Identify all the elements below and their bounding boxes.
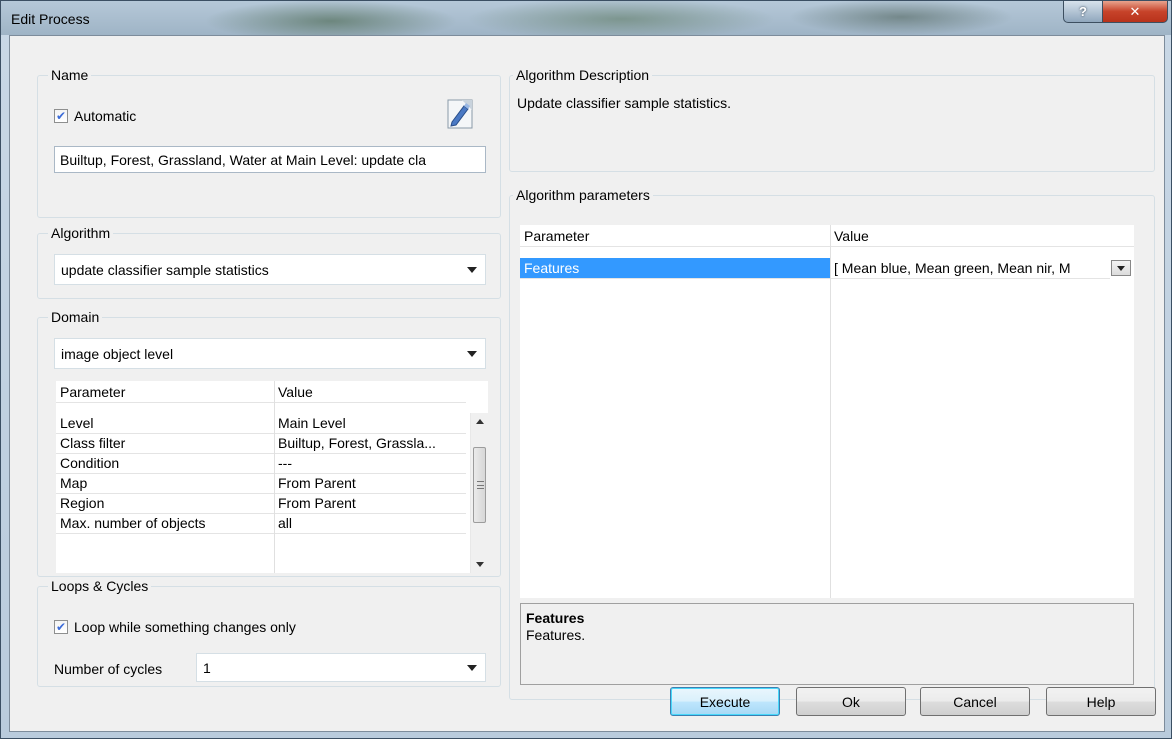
domain-row-parameter: Region xyxy=(60,495,105,511)
close-icon: ✕ xyxy=(1129,3,1141,19)
parameters-group-label: Algorithm parameters xyxy=(513,187,653,203)
column-divider xyxy=(830,225,831,598)
grip-icon xyxy=(476,481,484,489)
algorithm-description-text: Update classifier sample statistics. xyxy=(517,95,731,111)
help-button[interactable]: Help xyxy=(1046,687,1156,716)
domain-selected-value: image object level xyxy=(61,345,174,362)
algorithm-group-label: Algorithm xyxy=(48,225,114,241)
checkbox-check-icon: ✔ xyxy=(54,109,68,123)
domain-row-value: From Parent xyxy=(278,495,356,511)
automatic-label: Automatic xyxy=(74,108,137,124)
process-name-input[interactable]: Builtup, Forest, Grassland, Water at Mai… xyxy=(54,146,486,173)
parameter-detail-title: Features xyxy=(526,610,585,626)
domain-group: Domain image object level Parameter Valu… xyxy=(37,309,501,577)
parameter-detail-text: Features. xyxy=(526,627,586,643)
table-row[interactable]: Features [ Mean blue, Mean green, Mean n… xyxy=(520,258,1110,279)
domain-grid-header: Parameter Value xyxy=(56,381,466,403)
table-row[interactable]: Region From Parent xyxy=(56,493,466,514)
column-divider xyxy=(274,381,275,573)
close-button[interactable]: ✕ xyxy=(1102,1,1168,23)
parameter-detail-box: Features Features. xyxy=(520,603,1134,685)
cycles-value: 1 xyxy=(203,659,211,676)
parameter-row-name: Features xyxy=(520,258,830,278)
parameter-header-value: Value xyxy=(834,228,869,244)
domain-row-value: all xyxy=(278,515,293,531)
domain-row-parameter: Level xyxy=(60,415,94,431)
table-row[interactable]: Map From Parent xyxy=(56,473,466,494)
cycles-select[interactable]: 1 xyxy=(196,653,486,682)
checkbox-check-icon: ✔ xyxy=(54,620,68,634)
parameter-header-parameter: Parameter xyxy=(524,228,590,244)
algorithm-parameter-grid: Parameter Value Features [ Mean blue, Me… xyxy=(520,225,1134,598)
execute-button[interactable]: Execute xyxy=(670,687,780,716)
automatic-checkbox[interactable]: ✔ Automatic xyxy=(54,108,136,124)
ok-button[interactable]: Ok xyxy=(796,687,906,716)
parameter-grid-header: Parameter Value xyxy=(520,225,1134,247)
domain-row-value: --- xyxy=(278,455,292,471)
algorithm-selected-value: update classifier sample statistics xyxy=(61,261,269,278)
loops-group-label: Loops & Cycles xyxy=(48,578,152,594)
algorithm-parameters-group: Algorithm parameters Parameter Value Fea… xyxy=(509,187,1155,700)
domain-row-parameter: Map xyxy=(60,475,88,491)
algorithm-group: Algorithm update classifier sample stati… xyxy=(37,225,501,299)
domain-row-parameter: Max. number of objects xyxy=(60,515,206,531)
name-group-label: Name xyxy=(48,67,92,83)
loop-label: Loop while something changes only xyxy=(74,619,296,635)
domain-row-parameter: Condition xyxy=(60,455,120,471)
process-name-value: Builtup, Forest, Grassland, Water at Mai… xyxy=(60,151,426,168)
chevron-down-icon xyxy=(467,266,477,273)
loops-cycles-group: Loops & Cycles ✔ Loop while something ch… xyxy=(37,578,501,687)
domain-header-parameter: Parameter xyxy=(60,384,126,400)
parameter-row-value: [ Mean blue, Mean green, Mean nir, M xyxy=(834,260,1071,276)
scroll-down-icon[interactable] xyxy=(475,562,484,567)
domain-grid-scrollbar[interactable] xyxy=(470,413,488,573)
domain-row-parameter: Class filter xyxy=(60,435,126,451)
domain-row-value: Main Level xyxy=(278,415,346,431)
domain-select[interactable]: image object level xyxy=(54,338,486,369)
scrollbar-thumb[interactable] xyxy=(473,447,486,523)
table-row[interactable]: Condition --- xyxy=(56,453,466,474)
features-dropdown-button[interactable] xyxy=(1111,260,1131,276)
algorithm-description-group: Algorithm Description Update classifier … xyxy=(509,67,1155,172)
name-group: Name ✔ Automatic Builtup, Forest, Grassl… xyxy=(37,67,501,218)
chevron-down-icon xyxy=(467,350,477,357)
domain-row-value: Builtup, Forest, Grassla... xyxy=(278,435,436,451)
edit-process-window: Edit Process ? ✕ Name ✔ Automatic Builtu… xyxy=(0,0,1172,739)
domain-header-value: Value xyxy=(278,384,313,400)
help-title-button[interactable]: ? xyxy=(1063,1,1103,23)
loop-checkbox[interactable]: ✔ Loop while something changes only xyxy=(54,619,296,635)
description-group-label: Algorithm Description xyxy=(513,67,653,83)
scroll-up-icon[interactable] xyxy=(475,419,484,424)
question-mark-icon: ? xyxy=(1079,4,1087,19)
domain-group-label: Domain xyxy=(48,309,103,325)
cycles-label: Number of cycles xyxy=(54,661,163,677)
domain-row-value: From Parent xyxy=(278,475,356,491)
table-row[interactable]: Max. number of objects all xyxy=(56,513,466,534)
window-title: Edit Process xyxy=(11,11,90,27)
title-bar[interactable]: Edit Process ? ✕ xyxy=(1,1,1171,35)
table-row[interactable]: Level Main Level xyxy=(56,413,466,434)
cancel-button[interactable]: Cancel xyxy=(920,687,1030,716)
chevron-down-icon xyxy=(467,664,477,671)
dialog-client-area: Name ✔ Automatic Builtup, Forest, Grassl… xyxy=(9,35,1165,732)
table-row[interactable]: Class filter Builtup, Forest, Grassla... xyxy=(56,433,466,454)
algorithm-select[interactable]: update classifier sample statistics xyxy=(54,254,486,285)
domain-parameter-grid: Parameter Value Level Main Level Class f… xyxy=(56,381,488,573)
edit-name-icon[interactable] xyxy=(446,98,476,130)
